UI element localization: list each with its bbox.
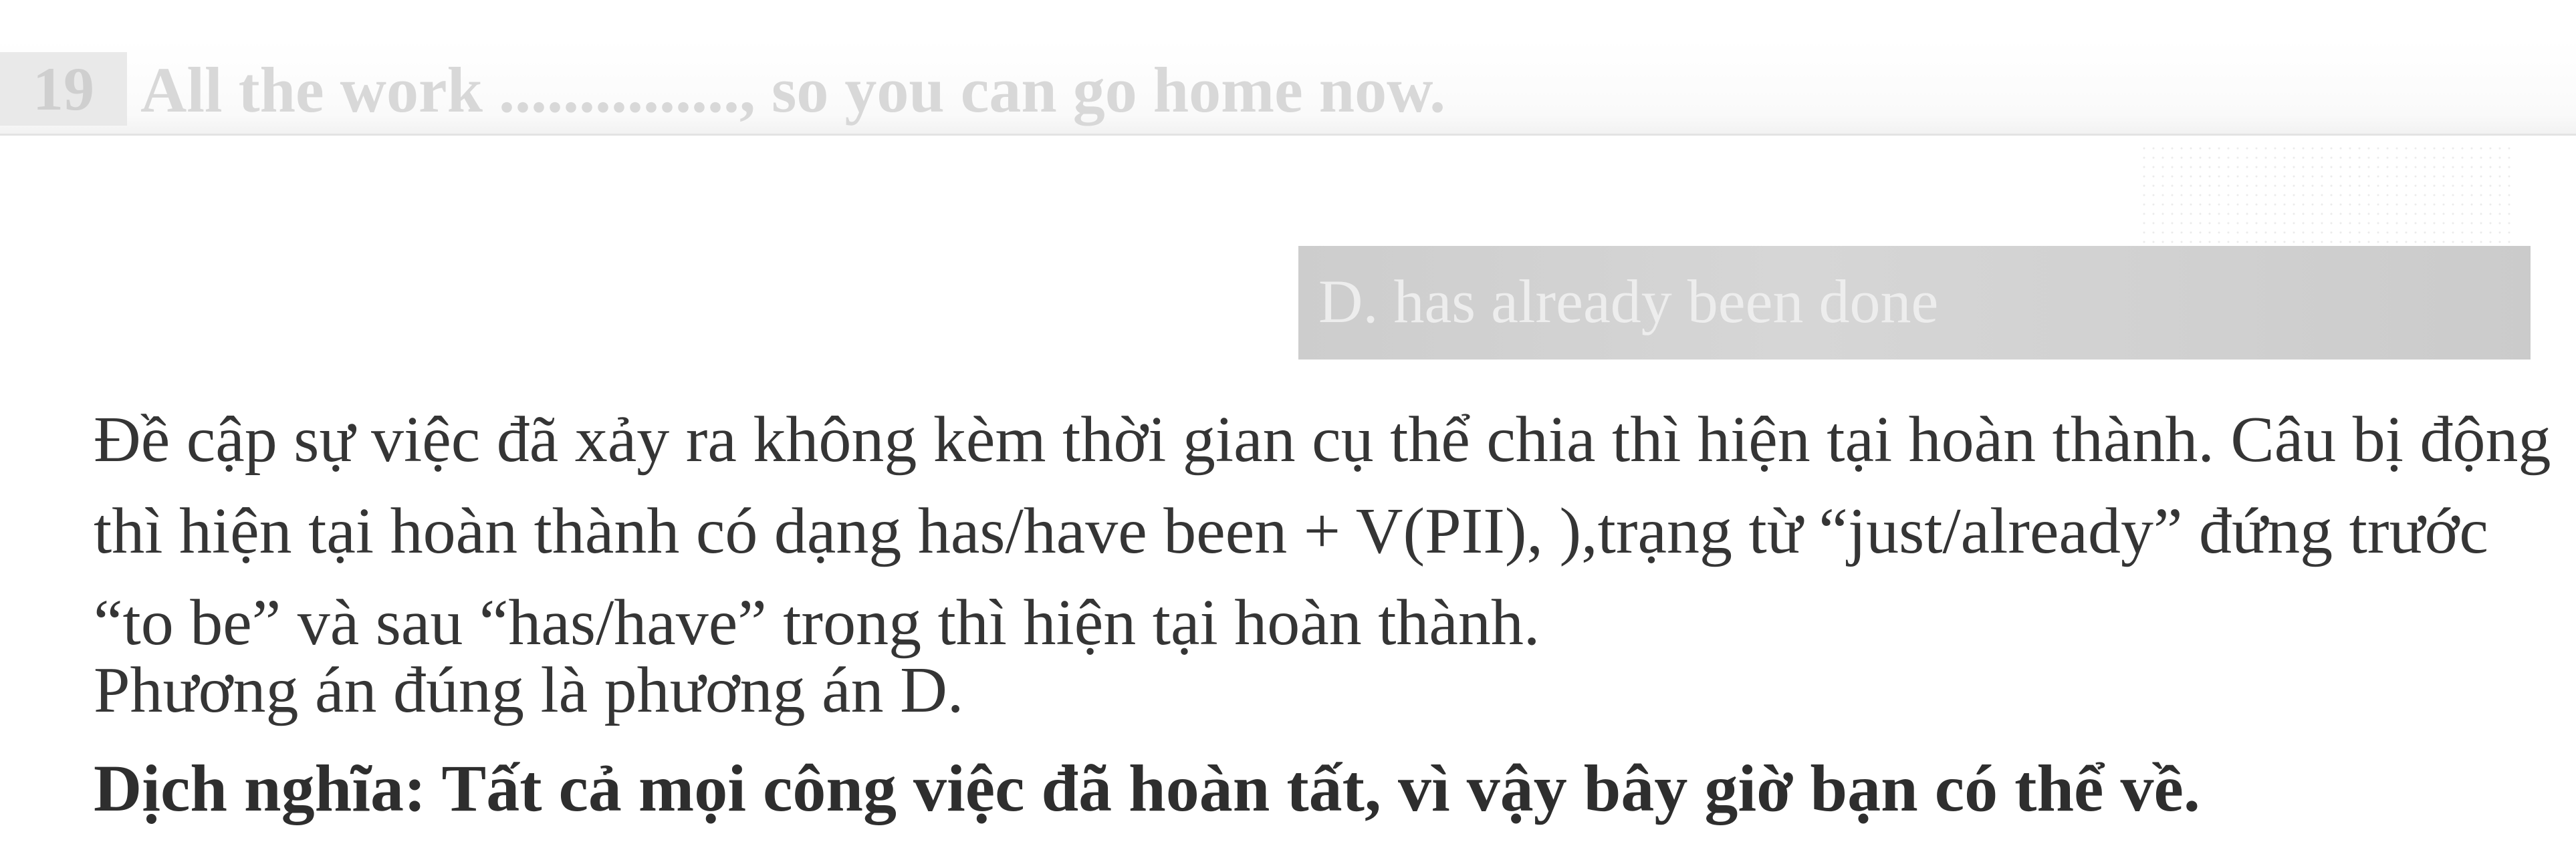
translation-text: Dịch nghĩa: Tất cả mọi công việc đã hoàn… xyxy=(94,751,2200,825)
explanation-block: Đề cập sự việc đã xảy ra không kèm thời … xyxy=(94,394,2554,669)
scan-noise xyxy=(2139,144,2514,244)
question-text: All the work ..............., so you can… xyxy=(140,54,1446,126)
explanation-paragraph: Đề cập sự việc đã xảy ra không kèm thời … xyxy=(94,404,2551,659)
answer-label: D. has already been done xyxy=(1318,267,1939,335)
answer-box: D. has already been done xyxy=(1298,246,2531,360)
conclusion-text: Phương án đúng là phương án D. xyxy=(94,654,964,726)
question-number: 19 xyxy=(0,52,127,126)
